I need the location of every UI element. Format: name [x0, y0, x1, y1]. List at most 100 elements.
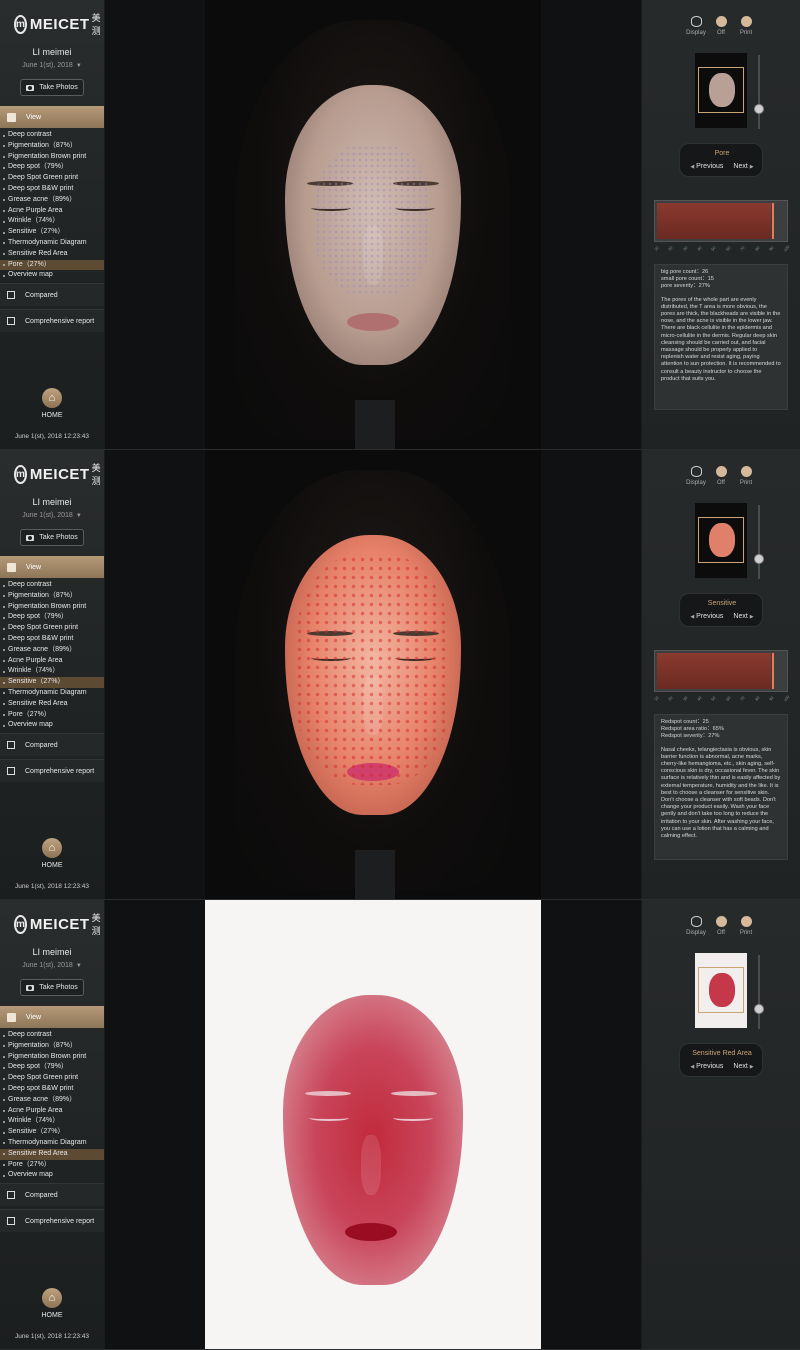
- menu-item[interactable]: Pore（27%）: [0, 259, 104, 271]
- menu-item[interactable]: Thermodynamic Diagram: [0, 1138, 104, 1149]
- display-toggle[interactable]: Display: [684, 16, 708, 36]
- date-select[interactable]: June 1(st), 2018 ▼: [0, 512, 104, 519]
- menu-item[interactable]: Sensitive Red Area: [0, 249, 104, 260]
- nav-view[interactable]: View: [0, 106, 104, 128]
- print-label: Print: [739, 480, 753, 486]
- zoom-slider-track[interactable]: [758, 55, 760, 129]
- off-toggle[interactable]: Off: [709, 466, 733, 486]
- menu-item[interactable]: Wrinkle（74%）: [0, 1116, 104, 1127]
- nav-report[interactable]: Comprehensive report: [0, 309, 104, 332]
- menu-item[interactable]: Overview map: [0, 1170, 104, 1181]
- take-photos-button[interactable]: Take Photos: [20, 529, 84, 546]
- image-viewer[interactable]: [105, 450, 641, 899]
- menu-item[interactable]: Deep spot B&W print: [0, 1084, 104, 1095]
- menu-item[interactable]: Pigmentation Brown print: [0, 152, 104, 163]
- right-panel: Display Off Print Sensitive Red Area ◀ P…: [642, 900, 800, 1349]
- image-viewer[interactable]: [105, 0, 641, 449]
- menu-item[interactable]: Pigmentation（87%）: [0, 1041, 104, 1052]
- next-button[interactable]: Next ▶: [733, 163, 753, 170]
- zoom-slider-handle[interactable]: [754, 104, 764, 114]
- menu-item[interactable]: Deep contrast: [0, 130, 104, 141]
- previous-button[interactable]: ◀ Previous: [690, 163, 723, 170]
- menu-item[interactable]: Deep spot B&W print: [0, 184, 104, 195]
- next-button[interactable]: Next ▶: [733, 1063, 753, 1070]
- menu-item[interactable]: Deep spot B&W print: [0, 634, 104, 645]
- thumbnail[interactable]: [695, 953, 747, 1028]
- menu-item[interactable]: Wrinkle（74%）: [0, 666, 104, 677]
- off-label: Off: [717, 30, 725, 36]
- zoom-slider-handle[interactable]: [754, 554, 764, 564]
- menu-item[interactable]: Sensitive（27%）: [0, 677, 104, 688]
- menu-item[interactable]: Sensitive Red Area: [0, 699, 104, 710]
- menu-item[interactable]: Wrinkle（74%）: [0, 216, 104, 227]
- brand-name: MEICET: [29, 15, 90, 33]
- menu-item[interactable]: Acne Purple Area: [0, 656, 104, 667]
- gauge-tick-label: 10: [652, 695, 660, 702]
- date-select[interactable]: June 1(st), 2018 ▼: [0, 962, 104, 969]
- menu-item[interactable]: Overview map: [0, 720, 104, 731]
- menu-item[interactable]: Thermodynamic Diagram: [0, 688, 104, 699]
- menu-item[interactable]: Pigmentation（87%）: [0, 141, 104, 152]
- report-icon: [7, 317, 15, 325]
- display-label: Display: [686, 30, 706, 36]
- nav-view[interactable]: View: [0, 556, 104, 578]
- off-toggle[interactable]: Off: [709, 16, 733, 36]
- menu-item[interactable]: Deep Spot Green print: [0, 173, 104, 184]
- nav-view[interactable]: View: [0, 1006, 104, 1028]
- nav-compared[interactable]: Compared: [0, 283, 104, 306]
- gauge-tick-label: 80: [753, 695, 761, 702]
- analysis-info: big pore count：26 small pore count：15 po…: [654, 264, 788, 410]
- menu-item[interactable]: Pigmentation Brown print: [0, 1052, 104, 1063]
- home-button[interactable]: ⌂: [42, 1288, 62, 1308]
- take-photos-button[interactable]: Take Photos: [20, 79, 84, 96]
- menu-item[interactable]: Deep Spot Green print: [0, 623, 104, 634]
- menu-item[interactable]: Deep contrast: [0, 580, 104, 591]
- caret-down-icon: ▼: [75, 513, 82, 519]
- nav-report[interactable]: Comprehensive report: [0, 1209, 104, 1232]
- chin-rest: [355, 400, 395, 449]
- nav-compared[interactable]: Compared: [0, 1183, 104, 1206]
- menu-item[interactable]: Sensitive（27%）: [0, 227, 104, 238]
- menu-item[interactable]: Pore（27%）: [0, 1160, 104, 1171]
- print-button[interactable]: Print: [734, 16, 758, 36]
- menu-item[interactable]: Acne Purple Area: [0, 206, 104, 217]
- image-viewer[interactable]: [105, 900, 641, 1349]
- menu-item[interactable]: Thermodynamic Diagram: [0, 238, 104, 249]
- display-toggle[interactable]: Display: [684, 466, 708, 486]
- menu-item[interactable]: Deep spot（79%）: [0, 612, 104, 623]
- menu-item[interactable]: Acne Purple Area: [0, 1106, 104, 1117]
- print-button[interactable]: Print: [734, 916, 758, 936]
- menu-item[interactable]: Deep Spot Green print: [0, 1073, 104, 1084]
- face-red-area-map: [283, 995, 463, 1285]
- home-button[interactable]: ⌂: [42, 838, 62, 858]
- menu-item[interactable]: Grease acne（89%）: [0, 1095, 104, 1106]
- print-button[interactable]: Print: [734, 466, 758, 486]
- previous-button[interactable]: ◀ Previous: [690, 1063, 723, 1070]
- zoom-slider-track[interactable]: [758, 955, 760, 1029]
- home-button[interactable]: ⌂: [42, 388, 62, 408]
- menu-item[interactable]: Sensitive（27%）: [0, 1127, 104, 1138]
- previous-button[interactable]: ◀ Previous: [690, 613, 723, 620]
- brand-name: MEICET: [29, 915, 90, 933]
- menu-item[interactable]: Grease acne（89%）: [0, 195, 104, 206]
- menu-item[interactable]: Grease acne（89%）: [0, 645, 104, 656]
- nav-compared[interactable]: Compared: [0, 733, 104, 756]
- menu-item[interactable]: Sensitive Red Area: [0, 1148, 104, 1160]
- menu-item[interactable]: Pigmentation（87%）: [0, 591, 104, 602]
- menu-item[interactable]: Overview map: [0, 270, 104, 281]
- zoom-slider-handle[interactable]: [754, 1004, 764, 1014]
- thumbnail[interactable]: [695, 53, 747, 128]
- off-toggle[interactable]: Off: [709, 916, 733, 936]
- next-button[interactable]: Next ▶: [733, 613, 753, 620]
- menu-item[interactable]: Deep contrast: [0, 1030, 104, 1041]
- menu-item[interactable]: Deep spot（79%）: [0, 162, 104, 173]
- menu-item[interactable]: Deep spot（79%）: [0, 1062, 104, 1073]
- thumbnail[interactable]: [695, 503, 747, 578]
- nav-report[interactable]: Comprehensive report: [0, 759, 104, 782]
- take-photos-button[interactable]: Take Photos: [20, 979, 84, 996]
- zoom-slider-track[interactable]: [758, 505, 760, 579]
- menu-item[interactable]: Pigmentation Brown print: [0, 602, 104, 613]
- date-select[interactable]: June 1(st), 2018 ▼: [0, 62, 104, 69]
- display-toggle[interactable]: Display: [684, 916, 708, 936]
- menu-item[interactable]: Pore（27%）: [0, 710, 104, 721]
